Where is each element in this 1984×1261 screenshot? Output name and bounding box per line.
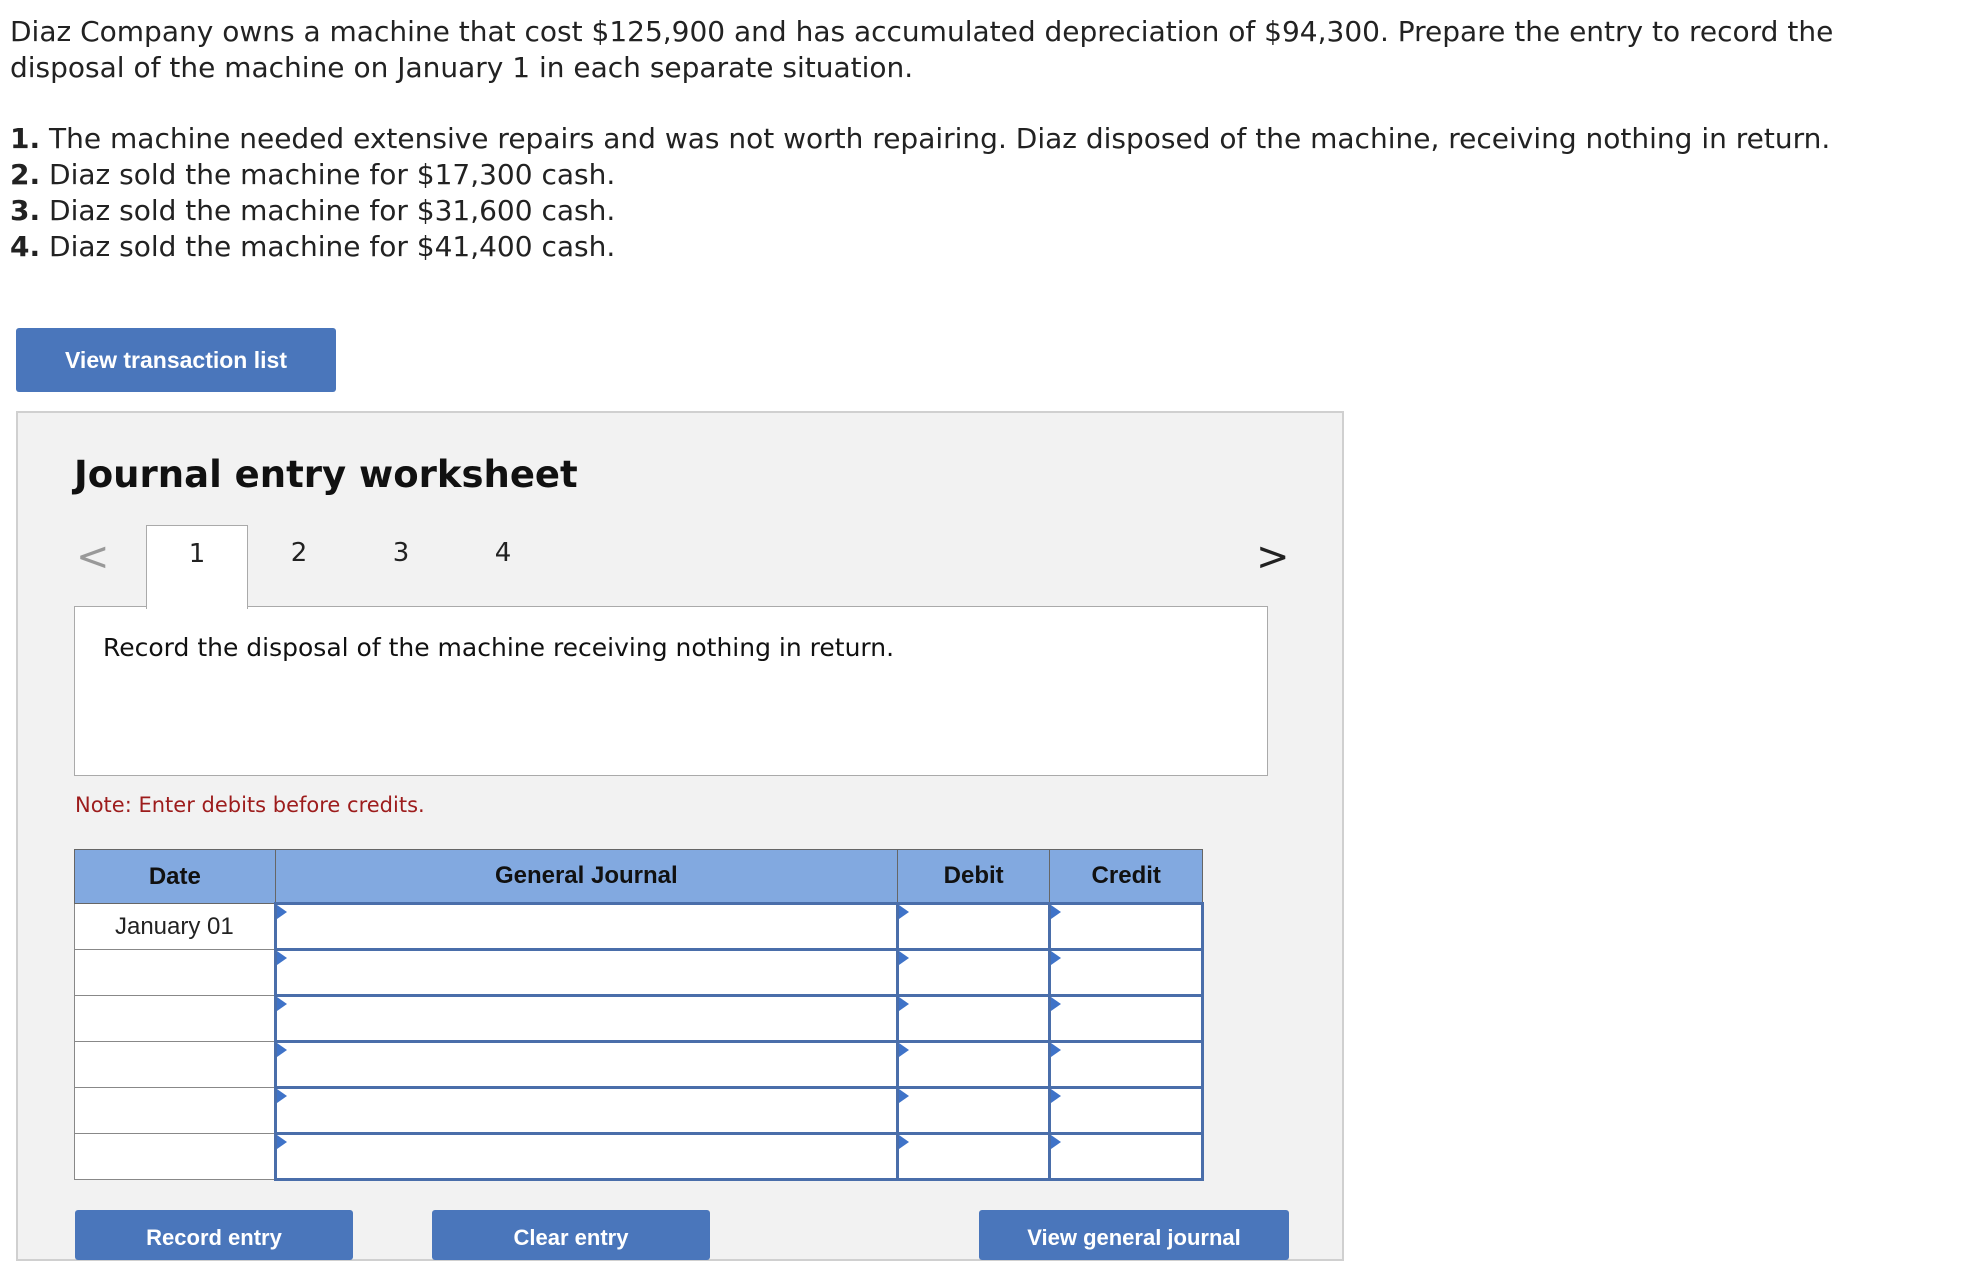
date-cell <box>74 995 276 1042</box>
view-general-journal-button[interactable]: View general journal <box>979 1210 1289 1260</box>
dropdown-marker-icon <box>1051 1089 1062 1103</box>
table-row <box>74 994 1204 1043</box>
requirement-4: 4. Diaz sold the machine for $41,400 cas… <box>10 229 1910 265</box>
record-entry-button[interactable]: Record entry <box>75 1210 353 1260</box>
account-select[interactable] <box>273 994 899 1043</box>
credit-input[interactable] <box>1048 994 1204 1043</box>
dropdown-marker-icon <box>276 1135 287 1149</box>
debit-column-header: Debit <box>896 849 1051 904</box>
requirement-number: 1. <box>10 122 41 155</box>
instruction-box: Record the disposal of the machine recei… <box>74 606 1268 776</box>
date-column-header: Date <box>74 849 276 904</box>
journal-table: Date General Journal Debit Credit Januar… <box>74 849 1204 1181</box>
account-select[interactable] <box>273 948 899 997</box>
dropdown-marker-icon <box>1051 1135 1062 1149</box>
account-select[interactable] <box>273 1086 899 1135</box>
debit-input[interactable] <box>895 1132 1052 1181</box>
general-journal-column-header: General Journal <box>274 849 898 904</box>
requirement-text: Diaz sold the machine for $41,400 cash. <box>49 230 616 263</box>
dropdown-marker-icon <box>898 905 909 919</box>
chevron-left-icon[interactable]: < <box>76 537 110 577</box>
tab-1[interactable]: 1 <box>146 525 248 609</box>
debit-input[interactable] <box>895 1086 1052 1135</box>
credit-input[interactable] <box>1048 902 1204 951</box>
debit-input[interactable] <box>895 1040 1052 1089</box>
table-row <box>74 948 1204 997</box>
credit-input[interactable] <box>1048 1132 1204 1181</box>
date-cell <box>74 1041 276 1088</box>
debit-credit-note: Note: Enter debits before credits. <box>75 793 425 817</box>
table-row <box>74 1040 1204 1089</box>
clear-entry-button[interactable]: Clear entry <box>432 1210 710 1260</box>
requirement-text: The machine needed extensive repairs and… <box>49 122 1831 155</box>
account-select[interactable] <box>273 902 899 951</box>
dropdown-marker-icon <box>1051 1043 1062 1057</box>
dropdown-marker-icon <box>276 997 287 1011</box>
journal-entry-worksheet: Journal entry worksheet < > 1 2 3 4 Reco… <box>16 411 1344 1261</box>
dropdown-marker-icon <box>276 905 287 919</box>
table-row: January 01 <box>74 902 1204 951</box>
debit-input[interactable] <box>895 994 1052 1043</box>
dropdown-marker-icon <box>1051 951 1062 965</box>
debit-input[interactable] <box>895 948 1052 997</box>
date-cell <box>74 1133 276 1180</box>
dropdown-marker-icon <box>276 951 287 965</box>
view-transaction-list-button[interactable]: View transaction list <box>16 328 336 392</box>
instruction-text: Record the disposal of the machine recei… <box>103 633 895 662</box>
date-cell: January 01 <box>74 903 276 950</box>
requirement-2: 2. Diaz sold the machine for $17,300 cas… <box>10 157 1910 193</box>
date-cell <box>74 949 276 996</box>
account-select[interactable] <box>273 1132 899 1181</box>
credit-input[interactable] <box>1048 1086 1204 1135</box>
dropdown-marker-icon <box>898 997 909 1011</box>
date-cell <box>74 1087 276 1134</box>
journal-header-row: Date General Journal Debit Credit <box>74 849 1203 904</box>
requirement-number: 3. <box>10 194 41 227</box>
dropdown-marker-icon <box>898 1089 909 1103</box>
dropdown-marker-icon <box>1051 997 1062 1011</box>
requirement-text: Diaz sold the machine for $31,600 cash. <box>49 194 616 227</box>
account-select[interactable] <box>273 1040 899 1089</box>
requirement-number: 2. <box>10 158 41 191</box>
dropdown-marker-icon <box>898 1043 909 1057</box>
dropdown-marker-icon <box>276 1089 287 1103</box>
debit-input[interactable] <box>895 902 1052 951</box>
requirement-text: Diaz sold the machine for $17,300 cash. <box>49 158 616 191</box>
dropdown-marker-icon <box>1051 905 1062 919</box>
requirement-3: 3. Diaz sold the machine for $31,600 cas… <box>10 193 1910 229</box>
credit-column-header: Credit <box>1049 849 1203 904</box>
table-row <box>74 1132 1204 1181</box>
tab-3[interactable]: 3 <box>350 525 452 605</box>
tab-4[interactable]: 4 <box>452 525 554 605</box>
worksheet-title: Journal entry worksheet <box>74 453 578 496</box>
dropdown-marker-icon <box>898 951 909 965</box>
problem-statement: Diaz Company owns a machine that cost $1… <box>10 14 1910 265</box>
table-row <box>74 1086 1204 1135</box>
dropdown-marker-icon <box>898 1135 909 1149</box>
problem-intro: Diaz Company owns a machine that cost $1… <box>10 15 1834 84</box>
requirement-number: 4. <box>10 230 41 263</box>
credit-input[interactable] <box>1048 948 1204 997</box>
requirement-1: 1. The machine needed extensive repairs … <box>10 121 1910 157</box>
tab-2[interactable]: 2 <box>248 525 350 605</box>
credit-input[interactable] <box>1048 1040 1204 1089</box>
chevron-right-icon[interactable]: > <box>1256 537 1290 577</box>
dropdown-marker-icon <box>276 1043 287 1057</box>
